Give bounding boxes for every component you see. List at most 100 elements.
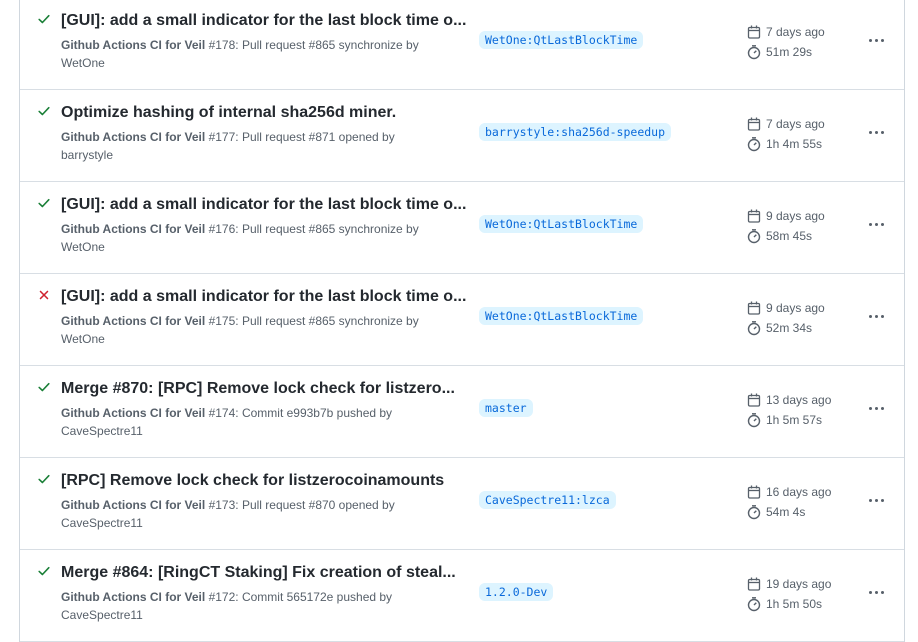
run-meta: Github Actions CI for Veil #176: Pull re…: [61, 220, 461, 256]
run-event: : Pull request #865 synchronize by: [235, 314, 419, 328]
run-number: #173: [208, 498, 236, 512]
stopwatch-icon: [747, 321, 761, 336]
run-actor[interactable]: WetOne: [61, 240, 105, 254]
kebab-menu-icon[interactable]: [862, 304, 890, 328]
run-event: : Commit 565172e pushed by: [235, 590, 393, 604]
calendar-icon: [747, 393, 761, 407]
workflow-run-row[interactable]: Merge #864: [RingCT Staking] Fix creatio…: [20, 550, 904, 642]
workflow-name: Github Actions CI for Veil: [61, 590, 206, 604]
run-meta: Github Actions CI for Veil #174: Commit …: [61, 404, 461, 440]
calendar-icon: [747, 117, 761, 131]
stopwatch-icon: [747, 597, 761, 612]
run-meta: Github Actions CI for Veil #175: Pull re…: [61, 312, 461, 348]
kebab-menu-icon[interactable]: [862, 212, 890, 236]
run-actor[interactable]: CaveSpectre11: [61, 424, 143, 438]
run-event: : Pull request #871 opened by: [235, 130, 395, 144]
run-date: 13 days ago: [766, 393, 832, 407]
branch-label[interactable]: barrystyle:sha256d-speedup: [479, 123, 672, 141]
run-date: 16 days ago: [766, 485, 832, 499]
kebab-menu-icon[interactable]: [862, 28, 890, 52]
stopwatch-icon: [747, 413, 761, 428]
run-date: 19 days ago: [766, 577, 832, 591]
workflow-name: Github Actions CI for Veil: [61, 498, 206, 512]
run-actor[interactable]: CaveSpectre11: [61, 608, 143, 622]
workflow-name: Github Actions CI for Veil: [61, 314, 206, 328]
run-date: 7 days ago: [766, 25, 825, 39]
run-duration: 51m 29s: [766, 45, 813, 59]
kebab-menu-icon[interactable]: [862, 580, 890, 604]
run-timing: 19 days ago 1h 5m 50s: [746, 574, 831, 614]
run-date: 9 days ago: [766, 301, 825, 315]
calendar-icon: [747, 301, 761, 315]
run-number: #178: [208, 38, 236, 52]
run-meta: Github Actions CI for Veil #172: Commit …: [61, 588, 461, 624]
workflow-runs-list: [GUI]: add a small indicator for the las…: [19, 0, 905, 642]
run-title-link[interactable]: Merge #864: [RingCT Staking] Fix creatio…: [61, 563, 471, 583]
kebab-menu-icon[interactable]: [862, 488, 890, 512]
run-timing: 7 days ago 51m 29s: [746, 22, 825, 62]
kebab-menu-icon[interactable]: [862, 120, 890, 144]
workflow-run-row[interactable]: [GUI]: add a small indicator for the las…: [20, 274, 904, 366]
run-meta: Github Actions CI for Veil #178: Pull re…: [61, 36, 461, 72]
run-timing: 16 days ago 54m 4s: [746, 482, 831, 522]
run-number: #172: [208, 590, 236, 604]
branch-label[interactable]: WetOne:QtLastBlockTime: [479, 215, 644, 233]
workflow-run-row[interactable]: [RPC] Remove lock check for listzerocoin…: [20, 458, 904, 550]
success-check-icon: [37, 196, 51, 210]
run-duration: 1h 5m 50s: [766, 597, 823, 611]
run-timing: 9 days ago 58m 45s: [746, 206, 825, 246]
run-timing: 9 days ago 52m 34s: [746, 298, 825, 338]
run-date: 7 days ago: [766, 117, 825, 131]
run-actor[interactable]: WetOne: [61, 56, 105, 70]
success-check-icon: [37, 564, 51, 578]
workflow-run-row[interactable]: [GUI]: add a small indicator for the las…: [20, 182, 904, 274]
run-meta: Github Actions CI for Veil #173: Pull re…: [61, 496, 461, 532]
run-event: : Commit e993b7b pushed by: [235, 406, 393, 420]
workflow-run-row[interactable]: Optimize hashing of internal sha256d min…: [20, 90, 904, 182]
run-actor[interactable]: CaveSpectre11: [61, 516, 143, 530]
success-check-icon: [37, 12, 51, 26]
run-duration: 1h 4m 55s: [766, 137, 823, 151]
branch-label[interactable]: 1.2.0-Dev: [479, 583, 554, 601]
run-title-link[interactable]: Optimize hashing of internal sha256d min…: [61, 103, 471, 123]
failure-x-icon: [37, 288, 51, 302]
branch-label[interactable]: master: [479, 399, 533, 417]
run-actor[interactable]: WetOne: [61, 332, 105, 346]
run-duration: 1h 5m 57s: [766, 413, 823, 427]
run-event: : Pull request #870 opened by: [235, 498, 395, 512]
workflow-name: Github Actions CI for Veil: [61, 406, 206, 420]
run-event: : Pull request #865 synchronize by: [235, 38, 419, 52]
workflow-name: Github Actions CI for Veil: [61, 38, 206, 52]
run-number: #176: [208, 222, 236, 236]
run-number: #177: [208, 130, 236, 144]
workflow-name: Github Actions CI for Veil: [61, 130, 206, 144]
run-title-link[interactable]: [GUI]: add a small indicator for the las…: [61, 11, 471, 31]
calendar-icon: [747, 485, 761, 499]
run-actor[interactable]: barrystyle: [61, 148, 113, 162]
run-title-link[interactable]: [RPC] Remove lock check for listzerocoin…: [61, 471, 471, 491]
workflow-run-row[interactable]: [GUI]: add a small indicator for the las…: [20, 0, 904, 90]
calendar-icon: [747, 25, 761, 39]
calendar-icon: [747, 577, 761, 591]
stopwatch-icon: [747, 45, 761, 60]
stopwatch-icon: [747, 137, 761, 152]
run-meta: Github Actions CI for Veil #177: Pull re…: [61, 128, 461, 164]
branch-label[interactable]: CaveSpectre11:lzca: [479, 491, 616, 509]
branch-label[interactable]: WetOne:QtLastBlockTime: [479, 307, 644, 325]
run-timing: 7 days ago 1h 4m 55s: [746, 114, 825, 154]
stopwatch-icon: [747, 229, 761, 244]
run-title-link[interactable]: [GUI]: add a small indicator for the las…: [61, 195, 471, 215]
kebab-menu-icon[interactable]: [862, 396, 890, 420]
run-duration: 58m 45s: [766, 229, 813, 243]
workflow-run-row[interactable]: Merge #870: [RPC] Remove lock check for …: [20, 366, 904, 458]
run-title-link[interactable]: [GUI]: add a small indicator for the las…: [61, 287, 471, 307]
run-title-link[interactable]: Merge #870: [RPC] Remove lock check for …: [61, 379, 471, 399]
run-timing: 13 days ago 1h 5m 57s: [746, 390, 831, 430]
run-duration: 54m 4s: [766, 505, 806, 519]
success-check-icon: [37, 472, 51, 486]
workflow-name: Github Actions CI for Veil: [61, 222, 206, 236]
run-number: #174: [208, 406, 236, 420]
run-duration: 52m 34s: [766, 321, 813, 335]
run-event: : Pull request #865 synchronize by: [235, 222, 419, 236]
branch-label[interactable]: WetOne:QtLastBlockTime: [479, 31, 644, 49]
